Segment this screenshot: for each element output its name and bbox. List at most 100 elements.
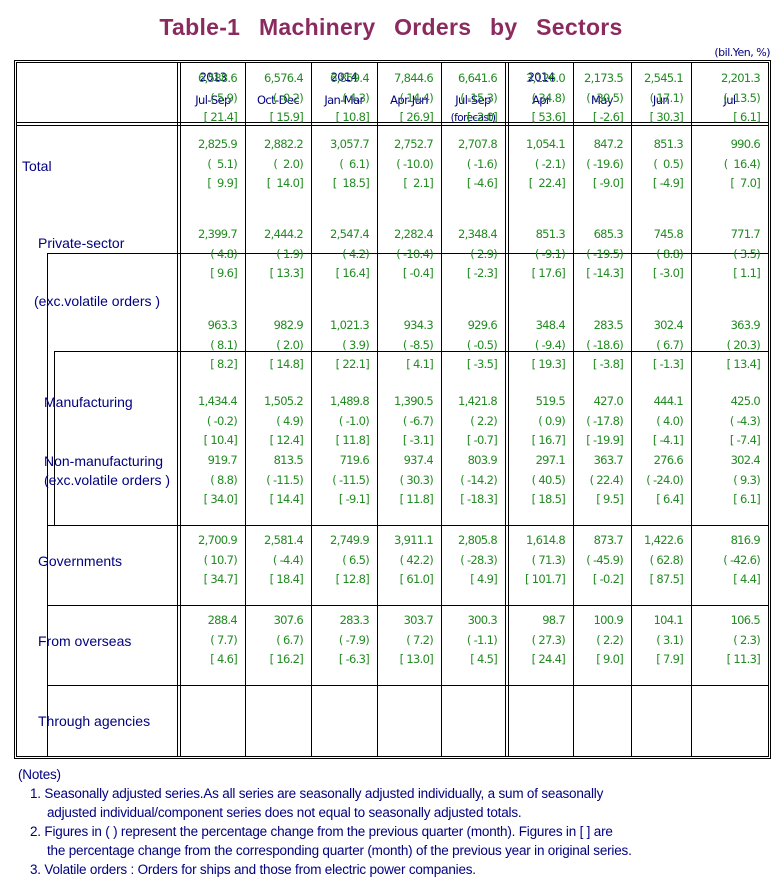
indent-line-manufacturing (54, 351, 55, 525)
unit-label: (bil.Yen, %) (714, 46, 770, 59)
cell-value: 873.7 (593, 533, 624, 547)
cell-value: 745.8 (653, 227, 684, 241)
table-cell: 2,282.4 ( -10.4) [ -0.4] (377, 225, 434, 284)
cell-qoq-change: ( 8.1) (210, 337, 237, 352)
table-cell: 963.3 ( 8.1) [ 8.2] (181, 316, 238, 375)
table-cell: 2,581.4 ( -4.4) [ 18.4] (245, 531, 304, 590)
cell-yoy-change: [ -3.5] (466, 357, 498, 371)
table-cell: 982.9 ( 2.0) [ 14.8] (245, 316, 304, 375)
table-cell: 6,859.4 ( 4.3) [ 10.8] (311, 69, 370, 128)
cell-qoq-change: ( 9.3) (733, 472, 760, 487)
cell-yoy-change: [ 14.4] (269, 492, 304, 506)
cell-yoy-change: [ 6.1] (733, 492, 760, 506)
cell-qoq-change: ( -42.6) (723, 552, 760, 567)
cell-value: 300.3 (467, 613, 498, 627)
cell-value: 283.3 (339, 613, 370, 627)
cell-value: 2,173.5 (584, 71, 624, 85)
cell-value: 1,021.3 (330, 318, 370, 332)
cell-qoq-change: ( 5.9) (210, 90, 237, 105)
cell-qoq-change: ( 62.8) (649, 552, 684, 567)
cell-yoy-change: [ -6.3] (338, 652, 370, 666)
row-label: From overseas (38, 633, 132, 649)
cell-yoy-change: [ 14.0] (266, 176, 304, 190)
cell-value: 106.5 (730, 613, 761, 627)
cell-yoy-change: [ 34.7] (203, 572, 238, 586)
cell-yoy-change: [ 4.6] (210, 652, 237, 666)
cell-value: 813.5 (273, 453, 304, 467)
cell-qoq-change: ( 27.3) (531, 632, 566, 647)
cell-qoq-change: ( -18.6) (586, 337, 623, 352)
table-cell: 2,700.9 ( 10.7) [ 34.7] (181, 531, 238, 590)
table-cell: 3,911.1 ( 42.2) [ 61.0] (377, 531, 434, 590)
cell-yoy-change: [ 18.5] (332, 176, 370, 190)
cell-qoq-change: ( 0.5) (653, 156, 683, 171)
cell-value: 1,614.8 (526, 533, 566, 547)
notes-heading: (Notes) (18, 767, 61, 782)
cell-qoq-change: ( -9.4) (534, 337, 566, 352)
cell-qoq-change: ( 5.1) (207, 156, 237, 171)
cell-value: 276.6 (653, 453, 684, 467)
table-cell: 934.3 ( -8.5) [ 4.1] (377, 316, 434, 375)
cell-value: 283.5 (593, 318, 624, 332)
cell-yoy-change: [ 9.9] (207, 176, 237, 190)
cell-value: 3,057.7 (330, 137, 370, 151)
cell-value: 303.7 (403, 613, 434, 627)
machinery-orders-table: 2013 Jul-Sep Oct-Dec 2014 Jan-Mar Apr-Jun Jul-… (14, 60, 771, 759)
cell-value: 2,547.4 (330, 227, 370, 241)
cell-yoy-change: [ -9.1] (338, 492, 370, 506)
table-cell: 283.3 ( -7.9) [ -6.3] (311, 611, 370, 670)
cell-qoq-change: ( 8.8) (210, 472, 237, 487)
table-cell: 104.1 ( 3.1) [ 7.9] (631, 611, 684, 670)
indent-line-private (47, 253, 48, 756)
table-cell: 7,844.6 ( 14.4) [ 26.9] (377, 69, 434, 128)
cell-value: 851.3 (535, 227, 566, 241)
cell-qoq-change: ( -10.0) (396, 156, 433, 171)
table-cell: 307.6 ( 6.7) [ 16.2] (245, 611, 304, 670)
cell-value: 990.6 (730, 137, 761, 151)
cell-yoy-change: [ 101.7] (525, 572, 566, 586)
cell-value: 297.1 (535, 453, 566, 467)
table-cell: 425.0 ( -4.3) [ -7.4] (691, 392, 761, 451)
cell-qoq-change: ( -10.4) (396, 246, 433, 261)
table-cell: 2,545.1 ( 17.1) [ 30.3] (631, 69, 684, 128)
cell-value: 937.4 (403, 453, 434, 467)
cell-qoq-change: ( -9.1) (534, 246, 566, 261)
table-cell: 813.5 ( -11.5) [ 14.4] (245, 451, 303, 510)
cell-yoy-change: [ 10.4] (203, 433, 238, 447)
cell-value: 2,201.3 (721, 71, 761, 85)
cell-yoy-change: [ -9.0] (592, 176, 624, 190)
note-2-line-2: the percentage change from the correspon… (47, 843, 632, 858)
cell-qoq-change: ( 6.7) (276, 632, 303, 647)
note-2-line-1: 2. Figures in ( ) represent the percenta… (30, 824, 613, 839)
table-cell: 302.4 ( 9.3) [ 6.1] (691, 451, 761, 510)
cell-value: 771.7 (730, 227, 761, 241)
cell-value: 2,825.9 (198, 137, 238, 151)
cell-yoy-change: [ 12.4] (269, 433, 304, 447)
table-cell: 2,173.5 ( -30.5) [ -2.6] (573, 69, 624, 128)
cell-value: 2,700.9 (198, 533, 238, 547)
cell-yoy-change: [ 18.5] (531, 492, 566, 506)
cell-value: 919.7 (207, 453, 238, 467)
row-divider (47, 605, 768, 606)
cell-yoy-change: [ 26.9] (399, 110, 434, 124)
row-divider (47, 685, 768, 686)
table-cell: 303.7 ( 7.2) [ 13.0] (377, 611, 434, 670)
cell-value: 847.2 (593, 137, 624, 151)
cell-qoq-change: ( 3.5) (733, 246, 760, 261)
cell-qoq-change: ( 6.7) (656, 337, 683, 352)
cell-yoy-change: [ 11.8] (335, 433, 370, 447)
table-cell: 2,399.7 ( 4.8) [ 9.6] (181, 225, 238, 284)
table-cell: 106.5 ( 2.3) [ 11.3] (691, 611, 761, 670)
table-cell: 1,614.8 ( 71.3) [ 101.7] (509, 531, 566, 590)
cell-yoy-change: [ 16.2] (269, 652, 304, 666)
cell-value: 302.4 (653, 318, 684, 332)
table-cell: 2,444.2 ( 1.9) [ 13.3] (245, 225, 304, 284)
table-cell: 348.4 ( -9.4) [ 19.3] (509, 316, 566, 375)
cell-qoq-change: ( -7.9) (338, 632, 370, 647)
cell-yoy-change: [ 13.0] (399, 652, 434, 666)
table-cell: 1,434.4 ( -0.2) [ 10.4] (181, 392, 238, 451)
table-cell: 990.6 ( 16.4) [ 7.0] (691, 135, 761, 194)
cell-qoq-change: ( 3.9) (342, 337, 369, 352)
cell-yoy-change: [ 9.0] (596, 652, 623, 666)
cell-yoy-change: [ 13.4] (726, 357, 761, 371)
